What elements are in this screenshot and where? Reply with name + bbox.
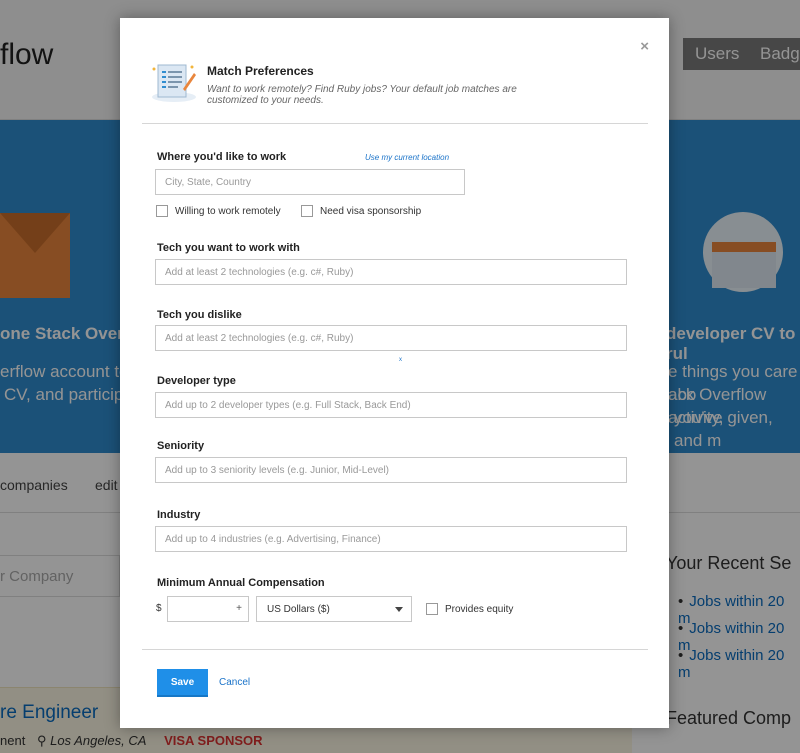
- location-input[interactable]: City, State, Country: [155, 169, 465, 195]
- equity-label: Provides equity: [445, 603, 514, 615]
- tech-dislike-input[interactable]: Add at least 2 technologies (e.g. c#, Ru…: [155, 325, 627, 351]
- developer-type-input[interactable]: Add up to 2 developer types (e.g. Full S…: [155, 392, 627, 418]
- visa-option[interactable]: Need visa sponsorship: [301, 205, 421, 217]
- currency-select[interactable]: US Dollars ($): [256, 596, 412, 622]
- plus-icon: +: [236, 603, 242, 614]
- equity-checkbox[interactable]: [426, 603, 438, 615]
- location-label: Where you'd like to work: [157, 151, 287, 163]
- visa-label: Need visa sponsorship: [320, 205, 422, 217]
- developer-type-label: Developer type: [157, 375, 236, 387]
- currency-symbol: $: [156, 603, 162, 614]
- remote-label: Willing to work remotely: [175, 205, 281, 217]
- remote-checkbox[interactable]: [156, 205, 168, 217]
- save-button[interactable]: Save: [157, 669, 208, 697]
- tech-dislike-label: Tech you dislike: [157, 309, 242, 321]
- use-current-location-link[interactable]: Use my current location: [365, 153, 449, 162]
- tech-like-label: Tech you want to work with: [157, 242, 300, 254]
- equity-option[interactable]: Provides equity: [426, 603, 513, 615]
- tech-like-input[interactable]: Add at least 2 technologies (e.g. c#, Ru…: [155, 259, 627, 285]
- seniority-label: Seniority: [157, 440, 205, 452]
- cancel-button[interactable]: Cancel: [219, 677, 250, 688]
- industry-label: Industry: [157, 509, 201, 521]
- stray-x-mark: x: [399, 357, 402, 363]
- preferences-icon: [152, 64, 196, 102]
- visa-checkbox[interactable]: [301, 205, 313, 217]
- close-icon[interactable]: ×: [640, 38, 649, 55]
- industry-input[interactable]: Add up to 4 industries (e.g. Advertising…: [155, 526, 627, 552]
- currency-value: US Dollars ($): [267, 604, 330, 615]
- remote-option[interactable]: Willing to work remotely: [156, 205, 281, 217]
- modal-subtitle: Want to work remotely? Find Ruby jobs? Y…: [207, 84, 517, 106]
- divider: [142, 123, 648, 124]
- modal-title: Match Preferences: [207, 64, 314, 78]
- compensation-label: Minimum Annual Compensation: [157, 577, 325, 589]
- chevron-down-icon: [395, 607, 403, 612]
- compensation-input[interactable]: +: [167, 596, 249, 622]
- divider: [142, 649, 648, 650]
- seniority-input[interactable]: Add up to 3 seniority levels (e.g. Junio…: [155, 457, 627, 483]
- match-preferences-modal: × Match Preferences Want to work remotel…: [120, 18, 669, 728]
